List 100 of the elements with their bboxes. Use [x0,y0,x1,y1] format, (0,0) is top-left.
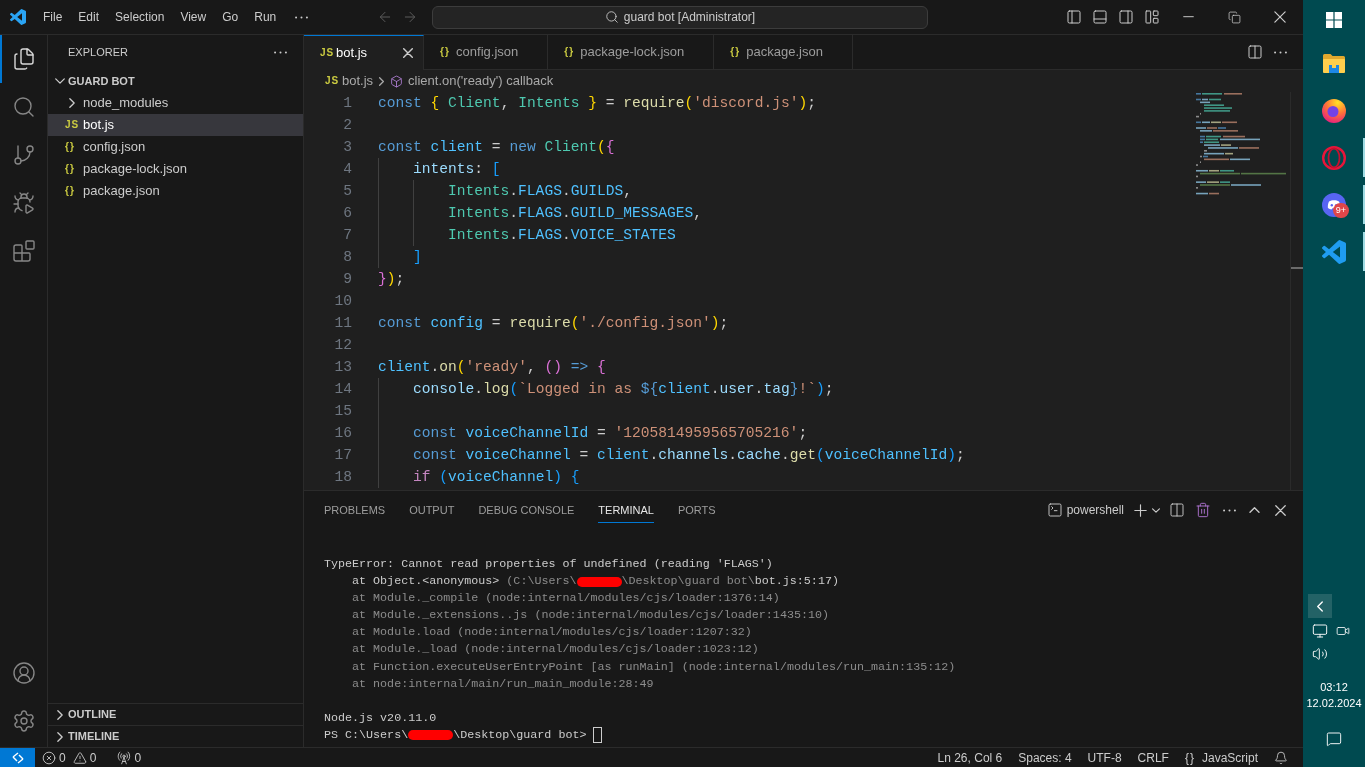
panel-right-icon[interactable] [1118,9,1134,25]
opera-icon [1322,145,1346,170]
minimize-icon[interactable] [1182,16,1194,18]
editor-tab[interactable]: {} package-lock.json [548,35,715,70]
code-line: console.log(`Logged in as ${client.user.tag}!`); [413,380,834,399]
terminal-icon [1046,502,1063,518]
restore-icon[interactable] [1227,10,1241,24]
terminal-text: \Desktop\guard bot\bot.js:5:17) [621,573,839,591]
file-type-icon: JS [65,119,79,131]
menu-item[interactable]: Run [246,6,285,28]
firefox-icon [1322,98,1346,123]
chevron-down-icon[interactable] [1152,507,1160,513]
close-icon[interactable] [403,48,414,58]
terminal-cursor-icon [593,727,603,744]
editor-tab[interactable]: JS bot.js [304,35,425,70]
line-number: 15 [334,402,352,421]
code-line: }); [378,270,405,289]
trash-icon[interactable] [1195,502,1211,518]
status-bar-item[interactable]: UTF-8 [1079,748,1130,767]
code-line: ] [413,248,422,267]
code-line: Intents.FLAGS.GUILD_MESSAGES, [448,204,703,223]
tree-item[interactable]: {} package-lock.json [48,158,303,180]
more-actions-icon[interactable] [1274,50,1287,54]
menu-item[interactable]: Edit [70,6,108,28]
show-hidden-icons-button[interactable] [1308,594,1332,618]
radio-tower-icon [117,750,132,765]
split-terminal-icon[interactable] [1169,502,1185,518]
ports-button[interactable]: 0 [117,748,142,767]
clock-date[interactable]: 12.02.2024 [1303,695,1365,711]
problems-button[interactable]: 0 0 [35,748,102,767]
taskbar-button[interactable]: 9+ [1303,181,1365,228]
warning-icon [72,750,87,765]
line-number: 2 [343,116,352,135]
clock-time[interactable]: 03:12 [1303,679,1365,695]
code-line: const voiceChannel = client.channels.cache.get(voiceChannelId); [413,446,965,465]
remote-icon [11,751,24,764]
terminal-selector[interactable]: powershell [1046,501,1124,519]
editor-tab[interactable]: {} config.json [424,35,549,70]
language-mode[interactable]: {} JavaScript [1176,748,1266,767]
new-terminal-icon[interactable] [1134,503,1147,517]
line-number: 13 [334,358,352,377]
status-bar-item[interactable]: Spaces: 4 [1010,748,1080,767]
section-header[interactable]: OUTLINE [48,703,303,725]
search-icon [604,10,619,24]
more-menu-icon[interactable] [295,15,309,19]
branch-icon [11,143,36,167]
line-number: 16 [334,424,352,443]
maximize-panel-icon[interactable] [1249,507,1260,513]
panel-tab[interactable]: PROBLEMS [324,498,386,523]
notifications-icon[interactable] [1326,731,1342,747]
panel-bottom-icon[interactable] [1092,9,1108,25]
file-type-icon: {} [440,46,455,58]
sidebar-title: EXPLORER [68,45,128,61]
status-bar-item[interactable]: Ln 26, Col 6 [929,748,1011,767]
folder-header[interactable]: GUARD BOT [48,70,303,92]
files-icon [11,47,36,71]
more-actions-icon[interactable] [274,51,287,54]
more-actions-icon[interactable] [1223,508,1236,512]
panel-tab[interactable]: TERMINAL [598,498,654,523]
camera-icon[interactable] [1336,624,1350,638]
menu-item[interactable]: File [35,6,71,28]
panel-left-icon[interactable] [1066,9,1082,25]
menu-item[interactable]: View [172,6,215,28]
line-number: 6 [343,204,352,223]
scrollbar[interactable] [1290,92,1303,490]
volume-icon[interactable] [1312,646,1328,662]
tree-item[interactable]: JS bot.js [48,114,303,136]
file-type-icon: {} [564,46,579,58]
tree-item[interactable]: {} config.json [48,136,303,158]
line-number: 3 [343,138,352,157]
split-editor-icon[interactable] [1247,44,1263,60]
account-icon [11,661,36,685]
code-line: const { Client, Intents } = require('discord.js'); [378,94,816,113]
close-panel-icon[interactable] [1275,504,1286,516]
bell-icon[interactable] [1274,750,1288,765]
minimap[interactable] [1196,93,1286,195]
code-line: Intents.FLAGS.VOICE_STATES [448,226,676,245]
network-icon[interactable] [1312,623,1328,639]
command-center[interactable]: guard bot [Administrator] [432,5,928,29]
panel-tab[interactable]: OUTPUT [409,498,455,523]
code-line: const voiceChannelId = '1205814959565705216'; [413,424,808,443]
breadcrumb-item[interactable]: bot.js [342,71,374,91]
status-bar-item[interactable]: CRLF [1129,748,1177,767]
remote-button[interactable] [0,748,35,767]
tree-item[interactable]: node_modules [48,92,303,114]
close-icon[interactable] [1274,11,1286,23]
layout-icon[interactable] [1144,9,1160,25]
file-type-icon: {} [65,185,79,197]
tree-item[interactable]: {} package.json [48,180,303,202]
line-number: 14 [334,380,352,399]
panel-tab[interactable]: PORTS [677,498,716,523]
settings-icon [11,709,36,733]
panel-tab[interactable]: DEBUG CONSOLE [478,498,575,523]
redaction-mark-icon [408,730,454,741]
menu-item[interactable]: Go [214,6,247,28]
menu-item[interactable]: Selection [107,6,173,28]
windows-logo-icon [1326,12,1342,28]
line-number: 8 [343,248,352,267]
breadcrumb-item[interactable]: client.on('ready') callback [408,71,554,91]
editor-tab[interactable]: {} package.json [714,35,853,70]
